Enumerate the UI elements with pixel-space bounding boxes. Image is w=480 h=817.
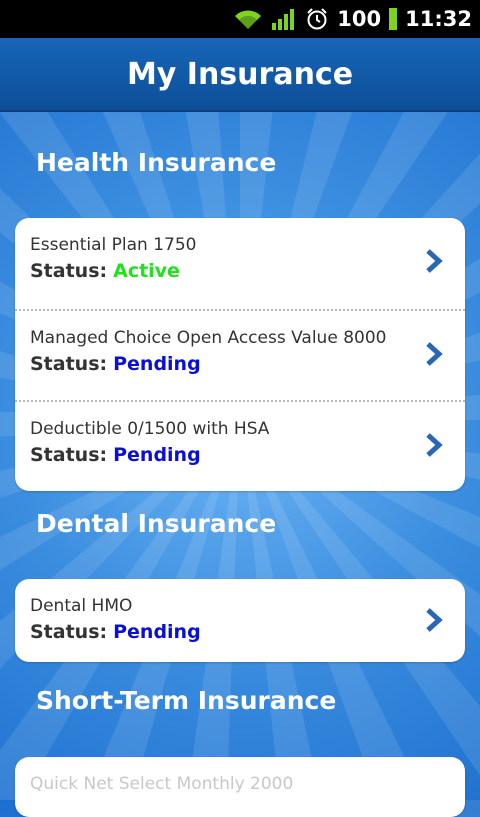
short-term-plans-card: Quick Net Select Monthly 2000 (15, 757, 465, 817)
plan-status: Status: Pending (30, 444, 201, 466)
health-plans-card: Essential Plan 1750 Status: Active Manage… (15, 218, 465, 491)
plan-name: Deductible 0/1500 with HSA (30, 419, 270, 439)
plan-row-dental-hmo[interactable]: Dental HMO Status: Pending (15, 579, 465, 662)
plan-row-deductible-hsa[interactable]: Deductible 0/1500 with HSA Status: Pendin… (15, 400, 465, 491)
page-title: My Insurance (126, 56, 354, 92)
section-title-health: Health Insurance (36, 148, 277, 177)
plan-name: Essential Plan 1750 (30, 235, 197, 255)
status-label: Status: (30, 260, 108, 282)
clock: 11:32 (405, 7, 472, 31)
wifi-icon (233, 7, 263, 31)
chevron-right-icon[interactable] (423, 341, 445, 367)
plan-status: Status: Pending (30, 353, 201, 375)
status-value: Pending (113, 444, 201, 466)
plan-status: Status: Active (30, 260, 180, 282)
chevron-right-icon[interactable] (423, 432, 445, 458)
plan-row-managed-choice[interactable]: Managed Choice Open Access Value 8000 St… (15, 309, 465, 400)
status-label: Status: (30, 621, 108, 643)
plan-row-quick-net[interactable]: Quick Net Select Monthly 2000 (15, 757, 465, 817)
chevron-right-icon[interactable] (423, 607, 445, 633)
section-title-dental: Dental Insurance (36, 509, 277, 538)
battery-icon (389, 7, 398, 31)
signal-icon (271, 7, 297, 31)
status-icons: 100 11:32 (233, 0, 472, 38)
status-value: Pending (113, 621, 201, 643)
status-label: Status: (30, 353, 108, 375)
status-value: Pending (113, 353, 201, 375)
battery-level: 100 (337, 7, 382, 31)
plan-name: Managed Choice Open Access Value 8000 (30, 328, 387, 348)
title-bar: My Insurance (0, 38, 480, 112)
status-value: Active (113, 260, 180, 282)
alarm-icon (305, 7, 329, 31)
status-label: Status: (30, 444, 108, 466)
status-bar: 100 11:32 (0, 0, 480, 38)
plan-status: Status: Pending (30, 621, 201, 643)
dental-plans-card: Dental HMO Status: Pending (15, 579, 465, 662)
plan-name: Dental HMO (30, 596, 133, 616)
plan-name: Quick Net Select Monthly 2000 (30, 774, 294, 794)
section-title-short-term: Short-Term Insurance (36, 686, 337, 715)
chevron-right-icon[interactable] (423, 248, 445, 274)
plan-row-essential[interactable]: Essential Plan 1750 Status: Active (15, 218, 465, 309)
